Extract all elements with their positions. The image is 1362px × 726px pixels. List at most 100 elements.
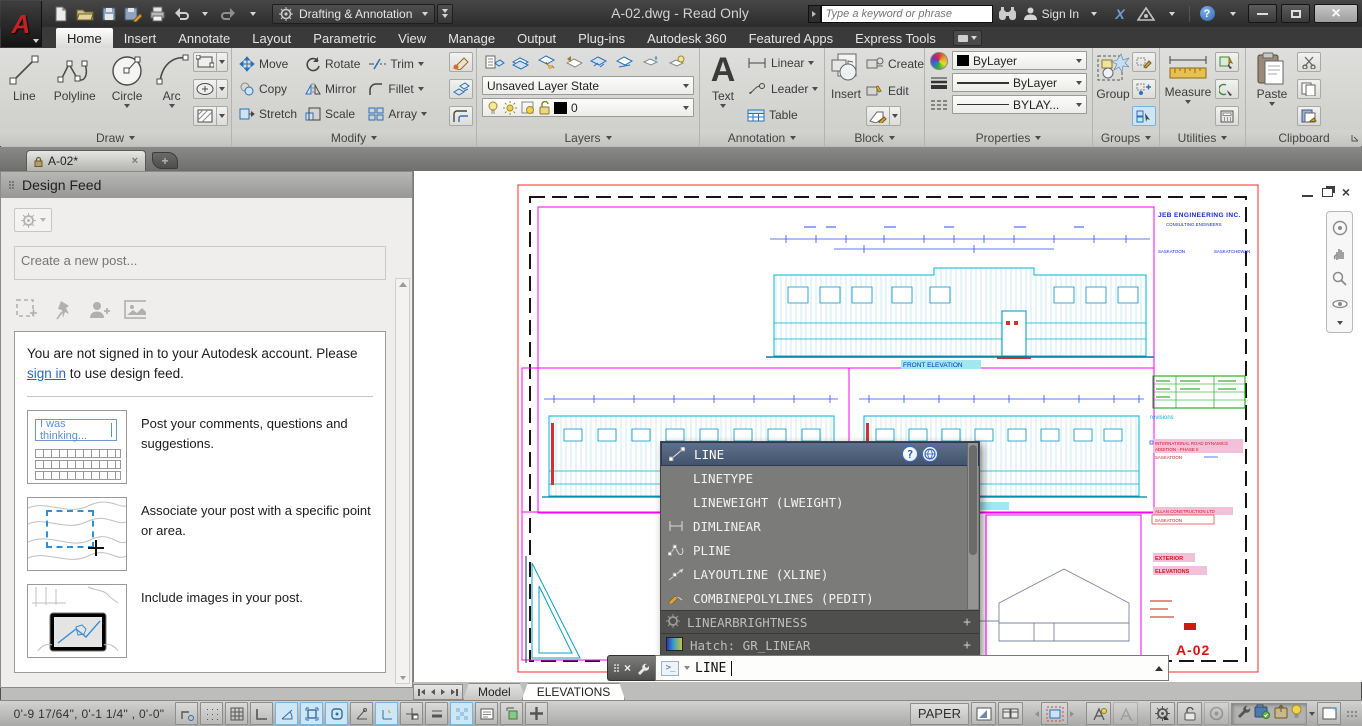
circle-tool[interactable]: Circle	[104, 50, 150, 128]
tag-person-icon[interactable]	[88, 299, 110, 321]
plot-button[interactable]	[146, 3, 168, 25]
maximize-button[interactable]	[1281, 4, 1310, 23]
minimize-button[interactable]	[1248, 4, 1277, 23]
image-icon[interactable]	[124, 299, 146, 321]
panel-label-annotation[interactable]: Annotation	[700, 130, 824, 146]
file-tab-close-icon[interactable]: ×	[132, 155, 138, 167]
help-button[interactable]: ?	[1196, 3, 1218, 25]
help-dropdown[interactable]	[1222, 3, 1244, 25]
attributes-dropdown[interactable]	[890, 106, 901, 126]
tab-autodesk360[interactable]: Autodesk 360	[636, 28, 738, 48]
annotation-visibility-button[interactable]	[1086, 702, 1111, 725]
tab-view[interactable]: View	[387, 28, 437, 48]
snap-mode-toggle[interactable]	[200, 702, 223, 725]
tab-manage[interactable]: Manage	[437, 28, 506, 48]
tab-output[interactable]: Output	[506, 28, 567, 48]
line-tool[interactable]: Line	[3, 50, 46, 128]
paper-space-icon-button[interactable]	[971, 702, 996, 725]
quick-properties-toggle[interactable]	[475, 702, 498, 725]
autoscale-button[interactable]	[1113, 702, 1138, 725]
undo-button[interactable]	[170, 3, 192, 25]
popup-item-linetype[interactable]: LINETYPE	[661, 466, 979, 490]
zoom-icon[interactable]	[1331, 270, 1348, 287]
recent-commands-icon[interactable]	[684, 666, 690, 670]
tab-annotate[interactable]: Annotate	[167, 28, 241, 48]
offset-tool[interactable]	[449, 106, 473, 126]
hardware-acceleration-icon[interactable]	[1291, 704, 1302, 724]
qat-customize-button[interactable]	[437, 4, 453, 24]
clean-screen-button[interactable]	[1317, 702, 1341, 725]
measure-tool[interactable]: Measure	[1163, 50, 1213, 128]
layer-state-dropdown[interactable]: Unsaved Layer State	[482, 76, 694, 95]
group-selection-toggle[interactable]	[1132, 106, 1156, 126]
save-as-button[interactable]	[122, 3, 144, 25]
panel-label-layers[interactable]: Layers	[477, 130, 699, 146]
tab-model[interactable]: Model	[463, 683, 526, 700]
item-help-icon[interactable]: ?	[902, 446, 918, 462]
new-drawing-tab-button[interactable]: +	[152, 152, 178, 169]
next-layout-button[interactable]	[439, 689, 447, 695]
paste-special-tool[interactable]	[1297, 106, 1321, 126]
first-layout-button[interactable]	[416, 689, 427, 696]
infer-constraints-toggle[interactable]	[175, 702, 198, 725]
open-file-button[interactable]	[74, 3, 96, 25]
feed-settings-button[interactable]	[14, 208, 52, 232]
coordinates-readout[interactable]: 0'-9 17/64", 0'-1 1/4" , 0'-0"	[5, 703, 173, 724]
quick-view-layouts-button[interactable]	[998, 702, 1023, 725]
qv-next-icon[interactable]	[1070, 711, 1074, 717]
workspace-switcher[interactable]: Drafting & Annotation	[272, 4, 435, 24]
layer-freeze-button[interactable]	[638, 51, 663, 73]
cut-tool[interactable]	[1297, 52, 1321, 72]
panel-launcher-icon[interactable]	[1351, 134, 1359, 142]
undo-dropdown[interactable]	[194, 3, 216, 25]
lineweight-display-toggle[interactable]	[425, 702, 448, 725]
prev-layout-button[interactable]	[429, 689, 437, 695]
transparency-toggle[interactable]	[450, 702, 473, 725]
layer-previous-button[interactable]	[560, 51, 585, 73]
calculator-tool[interactable]	[1215, 106, 1239, 126]
tab-parametric[interactable]: Parametric	[302, 28, 387, 48]
popup-item-linearbrightness[interactable]: LINEARBRIGHTNESS +	[661, 610, 979, 633]
design-feed-header[interactable]: Design Feed	[1, 172, 412, 198]
erase-tool[interactable]	[449, 52, 473, 72]
leader-tool[interactable]: Leader	[747, 77, 818, 101]
panel-label-properties[interactable]: Properties	[925, 130, 1092, 146]
doc-restore-icon[interactable]	[1322, 188, 1333, 197]
explode-tool[interactable]	[449, 79, 473, 99]
popup-scrollbar[interactable]	[967, 443, 978, 609]
tray-settings-icon[interactable]	[1309, 712, 1315, 716]
hatch-dropdown[interactable]	[217, 106, 228, 126]
linetype-dropdown[interactable]: BYLAY...	[952, 95, 1087, 114]
command-input[interactable]: >_ LINE	[655, 655, 1169, 681]
qv-prev-icon[interactable]	[1035, 711, 1039, 717]
pin-icon[interactable]	[52, 299, 74, 321]
expand-plus-icon[interactable]: +	[963, 615, 971, 630]
trusted-autodesk-icon[interactable]	[1254, 704, 1271, 724]
toolbar-lock-button[interactable]	[1177, 702, 1202, 725]
define-attributes-tool[interactable]	[866, 106, 890, 126]
annotation-monitor-toggle[interactable]	[525, 702, 548, 725]
tab-insert[interactable]: Insert	[113, 28, 168, 48]
quick-select-tool[interactable]	[1215, 52, 1239, 72]
array-tool[interactable]: Array	[368, 107, 427, 121]
popup-item-pline[interactable]: PLINE	[661, 538, 979, 562]
group-tool[interactable]: Group	[1096, 50, 1130, 128]
quick-view-drawings-button[interactable]	[1041, 702, 1068, 725]
navbar-more-icon[interactable]	[1337, 321, 1343, 325]
table-tool[interactable]: Table	[747, 103, 818, 127]
customization-wrench-icon[interactable]	[1236, 704, 1251, 724]
ellipse-tool[interactable]	[193, 79, 217, 99]
object-snap-toggle[interactable]	[300, 702, 323, 725]
last-layout-button[interactable]	[449, 689, 460, 696]
paste-tool[interactable]: Paste	[1249, 50, 1295, 128]
popup-item-dimlinear[interactable]: DIMLINEAR	[661, 514, 979, 538]
orbit-icon[interactable]	[1331, 295, 1348, 312]
scale-tool[interactable]: Scale	[305, 107, 360, 121]
command-close-icon[interactable]: ×	[624, 661, 631, 675]
popup-item-combinepolylines[interactable]: COMBINEPOLYLINES (PEDIT)	[661, 586, 979, 610]
palette-grip[interactable]	[9, 181, 14, 189]
rectangle-tool[interactable]	[193, 52, 217, 72]
tab-express-tools[interactable]: Express Tools	[844, 28, 947, 48]
popup-item-lineweight[interactable]: LINEWEIGHT (LWEIGHT)	[661, 490, 979, 514]
mirror-tool[interactable]: Mirror	[305, 82, 360, 96]
